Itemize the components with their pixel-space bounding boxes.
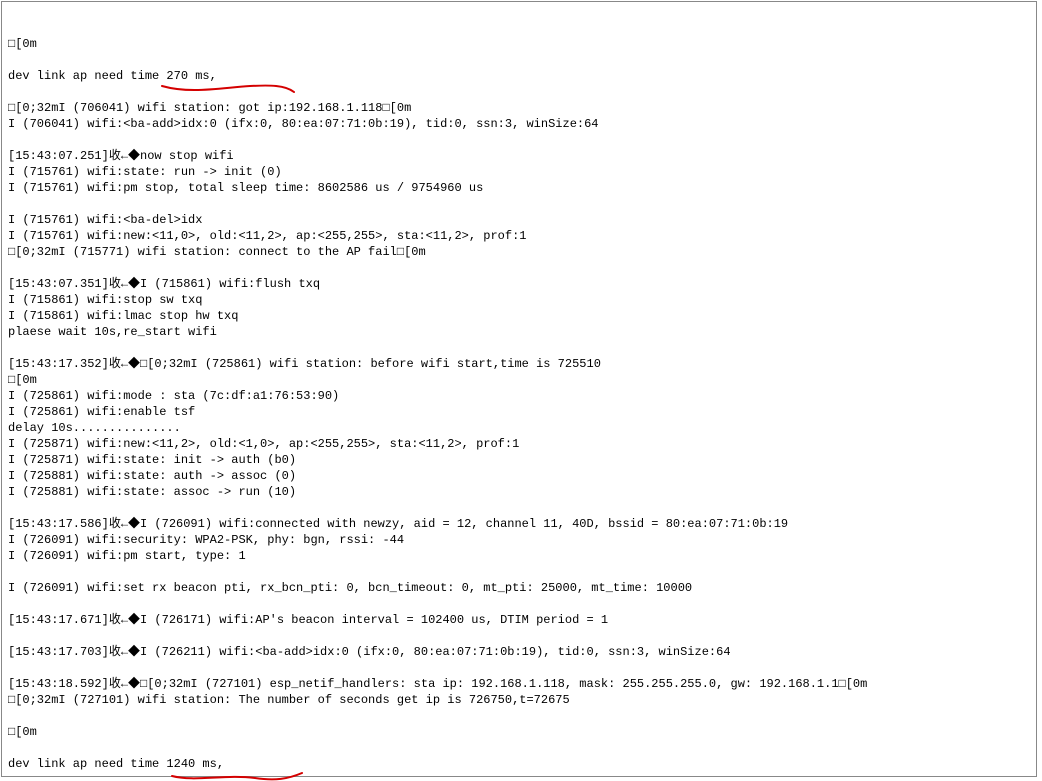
log-line: [15:43:17.671]收←◆I (726171) wifi:AP's be… [8, 612, 1030, 628]
log-line [8, 132, 1030, 148]
log-line: I (726091) wifi:pm start, type: 1 [8, 548, 1030, 564]
log-line [8, 260, 1030, 276]
log-line: I (726091) wifi:security: WPA2-PSK, phy:… [8, 532, 1030, 548]
log-line: [15:43:17.352]收←◆□[0;32mI (725861) wifi … [8, 356, 1030, 372]
log-line: □[0m [8, 724, 1030, 740]
log-line: [15:43:18.592]收←◆□[0;32mI (727101) esp_n… [8, 676, 1030, 692]
log-line: I (715761) wifi:state: run -> init (0) [8, 164, 1030, 180]
log-line: I (725861) wifi:mode : sta (7c:df:a1:76:… [8, 388, 1030, 404]
log-line [8, 340, 1030, 356]
log-line: I (715761) wifi:pm stop, total sleep tim… [8, 180, 1030, 196]
log-line [8, 564, 1030, 580]
log-line: I (725871) wifi:state: init -> auth (b0) [8, 452, 1030, 468]
log-line: I (726091) wifi:set rx beacon pti, rx_bc… [8, 580, 1030, 596]
log-line: □[0m [8, 36, 1030, 52]
log-line: [15:43:17.586]收←◆I (726091) wifi:connect… [8, 516, 1030, 532]
log-line [8, 740, 1030, 756]
log-line: dev link ap need time 270 ms, [8, 68, 1030, 84]
log-line [8, 84, 1030, 100]
log-line [8, 772, 1030, 781]
log-line [8, 52, 1030, 68]
log-line: I (725861) wifi:enable tsf [8, 404, 1030, 420]
log-line [8, 708, 1030, 724]
log-line: I (715761) wifi:new:<11,0>, old:<11,2>, … [8, 228, 1030, 244]
log-line: □[0;32mI (727101) wifi station: The numb… [8, 692, 1030, 708]
log-line: plaese wait 10s,re_start wifi [8, 324, 1030, 340]
log-line [8, 500, 1030, 516]
log-output: □[0m dev link ap need time 270 ms, □[0;3… [8, 36, 1030, 781]
log-line: [15:43:07.351]收←◆I (715861) wifi:flush t… [8, 276, 1030, 292]
log-line: delay 10s............... [8, 420, 1030, 436]
log-line: I (715861) wifi:stop sw txq [8, 292, 1030, 308]
log-line [8, 628, 1030, 644]
log-line: [15:43:07.251]收←◆now stop wifi [8, 148, 1030, 164]
log-line: □[0;32mI (715771) wifi station: connect … [8, 244, 1030, 260]
log-line: □[0m [8, 372, 1030, 388]
log-line [8, 660, 1030, 676]
log-line: [15:43:17.703]收←◆I (726211) wifi:<ba-add… [8, 644, 1030, 660]
log-line: I (725871) wifi:new:<11,2>, old:<1,0>, a… [8, 436, 1030, 452]
log-line: I (725881) wifi:state: auth -> assoc (0) [8, 468, 1030, 484]
log-line: I (715761) wifi:<ba-del>idx [8, 212, 1030, 228]
log-line: dev link ap need time 1240 ms, [8, 756, 1030, 772]
log-line [8, 596, 1030, 612]
log-line [8, 196, 1030, 212]
log-line: I (715861) wifi:lmac stop hw txq [8, 308, 1030, 324]
terminal-log: □[0m dev link ap need time 270 ms, □[0;3… [1, 1, 1037, 777]
log-line: I (725881) wifi:state: assoc -> run (10) [8, 484, 1030, 500]
log-line: □[0;32mI (706041) wifi station: got ip:1… [8, 100, 1030, 116]
log-line: I (706041) wifi:<ba-add>idx:0 (ifx:0, 80… [8, 116, 1030, 132]
